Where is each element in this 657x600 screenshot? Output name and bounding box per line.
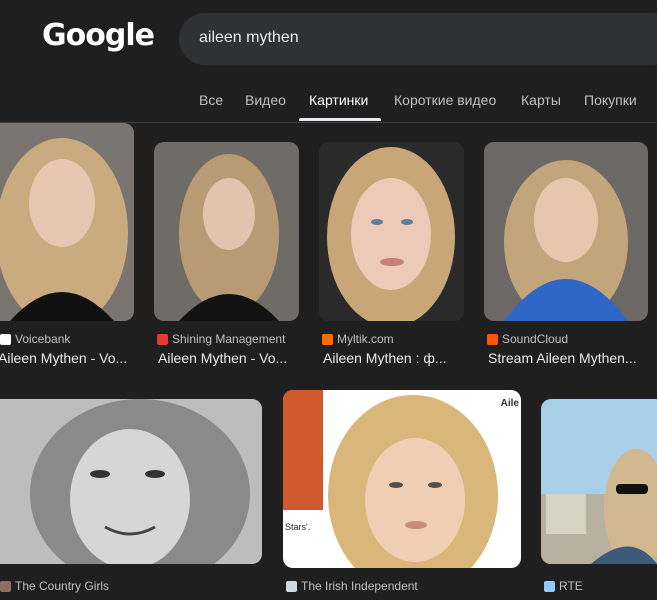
result-source[interactable]: Shining Management: [157, 332, 285, 346]
result-title[interactable]: Aileen Mythen : ф...: [323, 350, 464, 366]
site-favicon-icon: [0, 333, 11, 345]
result-source[interactable]: SoundCloud: [487, 332, 568, 346]
image-overlay-text: Aile: [500, 398, 519, 409]
result-image[interactable]: [541, 399, 657, 564]
result-title[interactable]: Aileen Mythen - Vo...: [0, 350, 134, 366]
image-results-grid: Voicebank Aileen Mythen - Vo... Shining …: [0, 123, 657, 600]
result-source[interactable]: RTE: [544, 579, 583, 593]
site-favicon-icon: [544, 580, 555, 592]
tab-video[interactable]: Видео: [245, 92, 286, 108]
tab-images[interactable]: Картинки: [309, 92, 368, 108]
result-image[interactable]: [0, 123, 134, 321]
result-source[interactable]: Myltik.com: [322, 332, 394, 346]
site-favicon-icon: [286, 580, 297, 592]
site-favicon-icon: [322, 333, 333, 345]
tab-all[interactable]: Все: [199, 92, 223, 108]
tab-shopping[interactable]: Покупки: [584, 92, 637, 108]
result-image[interactable]: Aile Stars'.: [283, 390, 521, 568]
google-logo[interactable]: Google: [42, 18, 155, 53]
result-title[interactable]: Stream Aileen Mythen...: [488, 350, 644, 366]
search-box[interactable]: aileen mythen: [179, 13, 657, 65]
tab-short-videos[interactable]: Короткие видео: [394, 92, 496, 108]
search-input[interactable]: aileen mythen: [199, 29, 299, 47]
result-source[interactable]: Voicebank: [0, 332, 70, 346]
soundcloud-icon: [487, 333, 498, 345]
result-title[interactable]: Aileen Mythen - Vo...: [158, 350, 299, 366]
result-source[interactable]: The Country Girls: [0, 579, 109, 593]
result-image[interactable]: [319, 142, 464, 321]
tab-maps[interactable]: Карты: [521, 92, 561, 108]
image-overlay-text: Stars'.: [285, 522, 311, 532]
site-favicon-icon: [157, 333, 168, 345]
result-image[interactable]: [484, 142, 648, 321]
active-tab-indicator: [299, 118, 381, 121]
result-source[interactable]: The Irish Independent: [286, 579, 418, 593]
search-tabs: Все Видео Картинки Короткие видео Карты …: [0, 88, 657, 122]
site-favicon-icon: [0, 580, 11, 592]
result-image[interactable]: [0, 399, 262, 564]
result-image[interactable]: [154, 142, 299, 321]
top-bar: Google aileen mythen Все Видео Картинки …: [0, 0, 657, 123]
